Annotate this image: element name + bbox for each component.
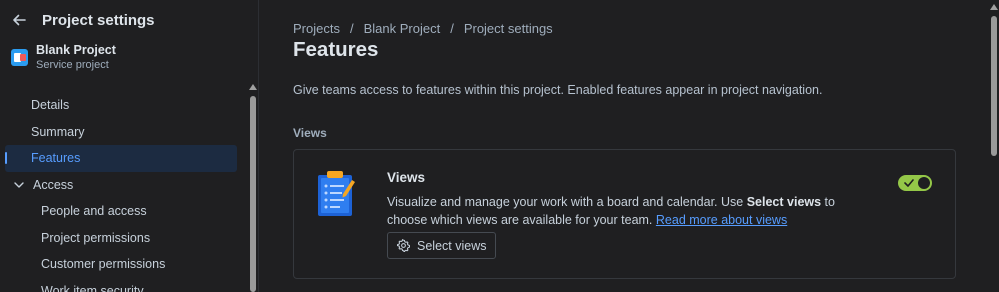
scroll-up-arrow-icon[interactable] [989,2,999,12]
breadcrumb-projects[interactable]: Projects [293,21,340,36]
main-scrollbar-thumb[interactable] [991,16,997,156]
toggle-knob [918,177,930,189]
sidebar-header: Project settings [10,10,155,30]
sidebar-nav: Details Summary Features Access People a… [5,92,237,292]
select-views-button[interactable]: Select views [387,232,496,259]
gear-icon [397,239,411,253]
sidebar-title: Project settings [42,11,155,29]
description-text: Visualize and manage your work with a bo… [387,195,747,209]
sidebar-item-features[interactable]: Features [5,145,237,172]
sidebar-item-label: Details [31,98,70,113]
feature-card-views: Views Visualize and manage your work wit… [293,149,956,279]
sidebar-item-summary[interactable]: Summary [5,119,237,146]
section-label-views: Views [293,126,327,140]
sidebar-item-label: Features [31,151,81,166]
sidebar-item-label: Customer permissions [41,257,166,272]
page-title: Features [293,38,379,61]
sidebar-scrollbar[interactable] [248,82,258,292]
sidebar-item-label: Summary [31,124,85,139]
sidebar-item-people-and-access[interactable]: People and access [5,198,237,225]
sidebar-item-work-item-security[interactable]: Work item security [5,278,237,292]
sidebar-item-project-permissions[interactable]: Project permissions [5,225,237,252]
description-bold-text: Select views [746,195,822,209]
chevron-down-icon [13,179,25,191]
sidebar-item-label: Work item security [41,283,144,292]
breadcrumb-blank-project[interactable]: Blank Project [364,21,441,36]
page-description: Give teams access to features within thi… [293,83,823,97]
read-more-link[interactable]: Read more about views [656,213,787,227]
back-arrow-icon[interactable] [10,11,28,29]
views-toggle[interactable] [898,175,932,191]
scroll-up-arrow-icon[interactable] [248,82,258,92]
breadcrumb-separator: / [349,21,354,36]
sidebar-item-label: Access [33,177,74,192]
project-name: Blank Project [36,43,116,57]
checkmark-icon [903,177,915,189]
project-avatar-icon [11,49,28,66]
main-content: Projects / Blank Project / Project setti… [260,0,989,292]
sidebar-scrollbar-thumb[interactable] [250,96,256,292]
main-scrollbar[interactable] [989,0,999,292]
sidebar-item-label: People and access [41,204,147,219]
select-views-label: Select views [417,238,487,253]
project-switcher[interactable]: Blank Project Service project [11,42,116,72]
breadcrumb: Projects / Blank Project / Project setti… [293,21,553,36]
sidebar-item-details[interactable]: Details [5,92,237,119]
breadcrumb-separator: / [450,21,454,36]
sidebar: Project settings Blank Project Service p… [0,0,259,292]
sidebar-item-label: Project permissions [41,230,151,245]
breadcrumb-project-settings[interactable]: Project settings [464,21,553,36]
sidebar-group-access[interactable]: Access [5,172,237,199]
sidebar-item-customer-permissions[interactable]: Customer permissions [5,251,237,278]
feature-card-description: Visualize and manage your work with a bo… [387,193,857,229]
project-type: Service project [36,59,109,71]
clipboard-icon [316,168,356,218]
feature-card-title: Views [387,170,426,185]
